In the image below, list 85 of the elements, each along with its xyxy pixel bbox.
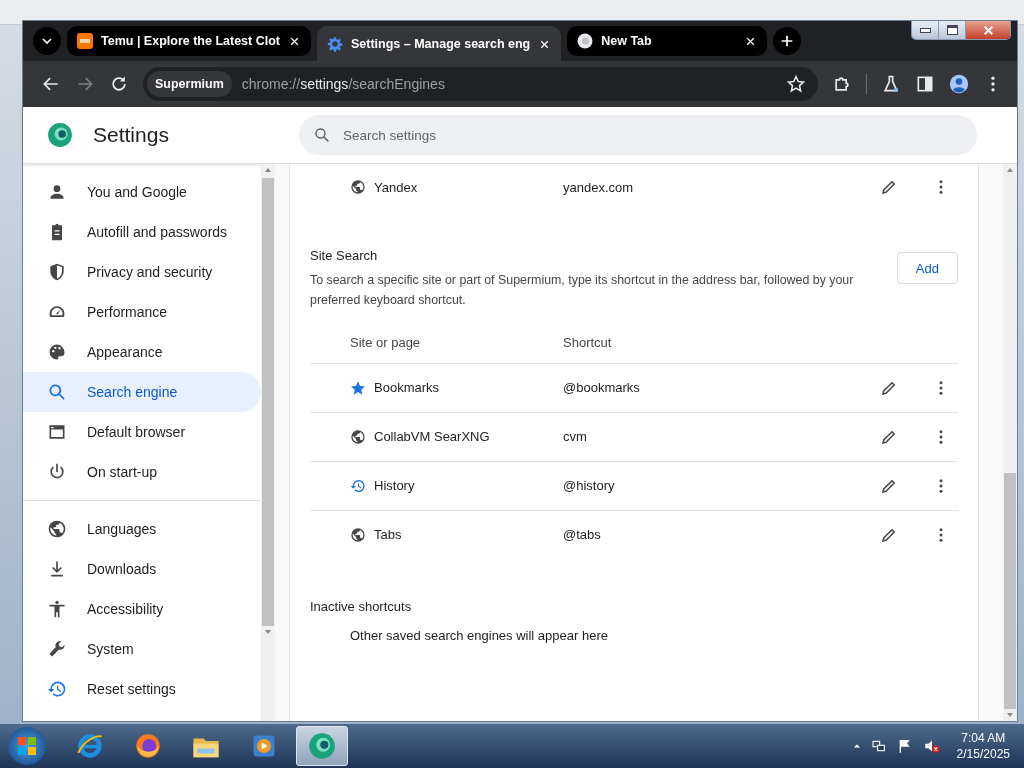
engine-name: Yandex — [374, 179, 418, 195]
network-icon[interactable] — [870, 738, 887, 754]
clock-date: 2/15/2025 — [956, 746, 1010, 763]
sidebar-item[interactable]: On start-up — [23, 452, 261, 492]
section-title: Inactive shortcuts — [310, 598, 413, 614]
globe-icon — [350, 526, 366, 543]
sidebar-item[interactable]: Performance — [23, 292, 261, 332]
reload-icon[interactable] — [109, 74, 129, 94]
app-logo-icon — [47, 122, 73, 148]
extensions-icon[interactable] — [832, 74, 852, 94]
add-button[interactable]: Add — [896, 252, 958, 284]
empty-message: Other saved search engines will appear here — [349, 627, 609, 643]
edit-pencil-icon[interactable] — [880, 178, 898, 196]
accessibility-icon — [47, 599, 67, 619]
url-text: chrome://settings/searchEngines — [241, 76, 446, 92]
taskbar-app[interactable] — [296, 726, 348, 766]
side-panel-icon[interactable] — [915, 74, 935, 94]
engine-shortcut: yandex.com — [563, 179, 635, 195]
sidebar-item[interactable]: Downloads — [23, 549, 261, 589]
up-arrow-icon — [852, 742, 861, 750]
close-window-button[interactable] — [966, 21, 1010, 39]
site-chip[interactable]: Supermium — [147, 71, 232, 97]
app-logo-icon — [308, 732, 336, 760]
sidebar-item[interactable]: Languages — [23, 509, 261, 549]
site-shortcut: @history — [563, 478, 616, 494]
search-icon — [313, 126, 331, 144]
show-hidden-icons-arrow[interactable] — [852, 742, 861, 750]
new-tab-button[interactable] — [773, 27, 802, 55]
column-header: Site or page — [350, 335, 422, 351]
search-icon — [47, 382, 67, 402]
wrench-icon — [47, 639, 67, 659]
globe-icon — [350, 428, 366, 445]
sidebar-item[interactable]: Accessibility — [23, 589, 261, 629]
window-controls[interactable] — [911, 21, 1011, 40]
site-name: History — [374, 478, 415, 494]
flask-icon[interactable] — [881, 74, 901, 94]
site-name: Bookmarks — [374, 380, 440, 396]
scrollbar[interactable] — [1003, 164, 1017, 721]
sidebar-item[interactable]: Privacy and security — [23, 252, 261, 292]
address-bar[interactable]: Supermium chrome://settings/searchEngines — [143, 67, 818, 101]
browser-tab[interactable]: New Tab — [567, 26, 768, 56]
search-field[interactable]: Search settings — [299, 115, 977, 155]
browser-tab[interactable]: Settings – Manage search eng — [317, 26, 562, 62]
start-button[interactable] — [8, 727, 46, 765]
letter-e-globe-icon — [76, 732, 104, 760]
scrollbar[interactable] — [261, 164, 275, 721]
fox-globe-icon — [134, 732, 162, 760]
star-icon — [350, 379, 366, 396]
tab-search-button[interactable] — [33, 27, 61, 55]
globe-icon — [350, 179, 366, 195]
maximize-icon[interactable] — [939, 21, 966, 39]
profile-avatar-icon[interactable] — [949, 74, 969, 94]
column-header: Shortcut — [563, 335, 613, 351]
globe-icon — [47, 519, 67, 539]
page-title: Settings — [93, 123, 169, 147]
gear-icon — [327, 36, 343, 52]
sidebar-item[interactable]: System — [23, 629, 261, 669]
sidebar-item[interactable]: Autofill and passwords — [23, 212, 261, 252]
browser-tab[interactable]: Temu | Explore the Latest Clot — [67, 26, 311, 56]
close-icon — [981, 23, 995, 37]
site-name: Tabs — [374, 527, 402, 543]
shop-logo-icon — [77, 33, 93, 49]
section-description: To search a specific site or part of Supermium, type its shortcut in the address bar, followed by your preferred keyboard shortcut. — [310, 272, 855, 309]
sidebar-item[interactable]: Default browser — [23, 412, 261, 452]
windows-flag-icon — [15, 734, 39, 758]
site-shortcut: @bookmarks — [563, 380, 641, 396]
site-name: CollabVM SearXNG — [374, 429, 490, 445]
sidebar-item[interactable]: Appearance — [23, 332, 261, 372]
section-title: Site Search — [310, 248, 379, 263]
sidebar-item[interactable]: Search engine — [23, 372, 261, 412]
site-shortcut: cvm — [563, 429, 588, 445]
history-icon — [350, 477, 366, 494]
site-shortcut: @tabs — [563, 527, 602, 543]
history-icon — [47, 679, 67, 699]
clock[interactable]: 7:04 AM 2/15/2025 — [950, 729, 1016, 763]
browser-logo-icon — [577, 33, 594, 49]
person-icon — [47, 182, 67, 202]
sidebar-item[interactable]: You and Google — [23, 172, 261, 212]
sidebar-item[interactable]: Reset settings — [23, 669, 261, 709]
clock-time: 7:04 AM — [961, 729, 1006, 746]
minimize-icon[interactable] — [912, 21, 939, 39]
shield-icon — [47, 262, 67, 282]
palette-icon — [47, 342, 67, 362]
browser-icon — [47, 422, 67, 442]
bookmark-star-icon[interactable] — [786, 74, 806, 94]
